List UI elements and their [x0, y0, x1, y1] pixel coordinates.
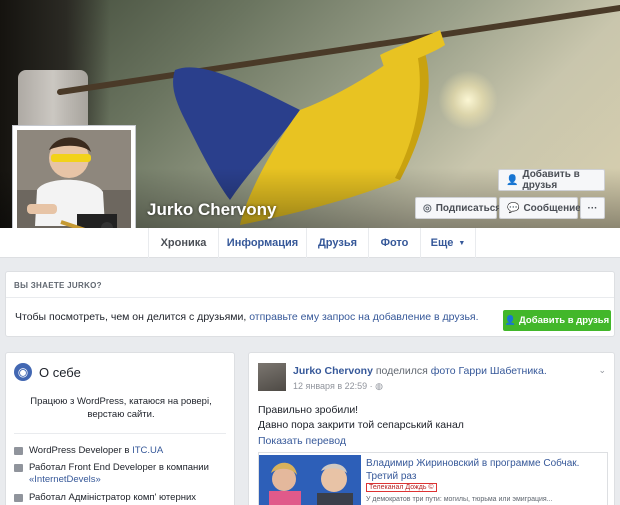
- more-actions-label: ···: [587, 202, 598, 214]
- follow-label: Подписаться: [435, 202, 502, 214]
- tab-timeline-label: Хроника: [160, 237, 207, 249]
- work-item-text: WordPress Developer в: [29, 445, 130, 456]
- know-box-text-plain: Чтобы посмотреть, чем он делится с друзь…: [15, 311, 247, 323]
- tab-friends-label: Друзья: [317, 237, 358, 249]
- tab-about[interactable]: Информация: [218, 228, 306, 258]
- add-person-icon: 👤: [506, 174, 519, 186]
- post-link-preview[interactable]: Владимир Жириновский в программе Собчак.…: [258, 452, 608, 505]
- post-text-line: Правильно зробили!: [258, 404, 359, 416]
- tab-photos-label: Фото: [380, 237, 409, 249]
- caret-down-icon: ▼: [458, 239, 466, 247]
- tab-timeline[interactable]: Хроника: [148, 228, 218, 258]
- add-friend-label: Добавить в друзья: [522, 169, 580, 191]
- post-options-chevron-icon[interactable]: ⌄: [598, 365, 606, 376]
- post-author-name[interactable]: Jurko Chervony: [293, 365, 373, 377]
- link-title[interactable]: Владимир Жириновский в программе Собчак.…: [366, 457, 586, 483]
- post-meta: 12 января в 22:59 · ◍: [293, 381, 383, 392]
- briefcase-icon: [14, 494, 23, 502]
- message-button[interactable]: 💬 Сообщение: [499, 197, 581, 219]
- avatar-photo: [17, 130, 131, 244]
- about-bio: Працюю з WordPress, катаюся на ровері, в…: [30, 396, 212, 420]
- post-shared-link[interactable]: фото Гарри Шабетника.: [431, 365, 547, 377]
- know-box-add-friend-label: Добавить в друзья: [519, 315, 610, 326]
- post-header: Jurko Chervony поделился фото Гарри Шабе…: [293, 365, 547, 377]
- send-friend-request-link[interactable]: отправьте ему запрос на добавление в дру…: [249, 311, 478, 323]
- show-translation-link[interactable]: Показать перевод: [258, 435, 346, 447]
- profile-tab-bar: Хроника Информация Друзья Фото Еще ▼: [0, 228, 620, 258]
- about-title-text: О себе: [39, 364, 81, 380]
- work-item: Работал Front End Developer в компании «I…: [14, 462, 229, 486]
- messenger-icon: 💬: [507, 202, 520, 214]
- tab-about-label: Информация: [226, 237, 299, 249]
- profile-name[interactable]: Jurko Chervony: [147, 200, 276, 220]
- avatar-illustration: [17, 130, 131, 244]
- thumbnail-illustration: [259, 455, 361, 505]
- more-actions-button[interactable]: ···: [580, 197, 605, 219]
- briefcase-icon: [14, 464, 23, 472]
- work-item-link[interactable]: «InternetDevels»: [29, 474, 101, 485]
- know-person-box: ВЫ ЗНАЕТЕ JURKO? Чтобы посмотреть, чем о…: [5, 271, 615, 337]
- globe-icon: ◉: [14, 363, 32, 381]
- tab-more-label: Еще: [430, 237, 454, 249]
- work-item-text: Работал Front End Developer в компании: [29, 462, 209, 473]
- work-item: Работал Адміністратор комп' ютерних: [14, 492, 229, 504]
- about-card-title: ◉ О себе: [14, 363, 81, 381]
- know-box-add-friend-button[interactable]: 👤 Добавить в друзья: [503, 310, 611, 331]
- post-text-line: Давно пора закрити той сепарський канал: [258, 419, 464, 431]
- link-description: У демократов три пути: могилы, тюрьма ил…: [366, 496, 553, 503]
- work-item-text: Работал Адміністратор комп' ютерних: [29, 492, 197, 503]
- tab-friends[interactable]: Друзья: [306, 228, 368, 258]
- add-friend-button[interactable]: 👤 Добавить в друзья: [498, 169, 605, 191]
- about-card: ◉ О себе Працюю з WordPress, катаюся на …: [5, 352, 235, 505]
- message-label: Сообщение: [523, 202, 581, 214]
- link-thumbnail: [259, 455, 361, 505]
- briefcase-icon: [14, 447, 23, 455]
- timeline-post: Jurko Chervony поделился фото Гарри Шабе…: [248, 352, 615, 505]
- add-person-icon: 👤: [504, 315, 517, 325]
- know-box-header: ВЫ ЗНАЕТЕ JURKO?: [6, 272, 614, 298]
- work-item: WordPress Developer в ITC.UA: [14, 445, 229, 457]
- post-timestamp[interactable]: 12 января в 22:59 ·: [293, 381, 373, 391]
- post-text: Правильно зробили! Давно пора закрити то…: [258, 403, 464, 433]
- rss-icon: ◎: [423, 202, 432, 214]
- post-author-avatar[interactable]: [258, 363, 286, 391]
- tab-photos[interactable]: Фото: [368, 228, 420, 258]
- divider: [14, 433, 226, 434]
- globe-icon: ◍: [375, 381, 383, 391]
- link-source-badge: Телеканал Дождь ©: [366, 483, 437, 492]
- follow-button[interactable]: ◎ Подписаться: [415, 197, 501, 219]
- tab-more[interactable]: Еще ▼: [420, 228, 476, 258]
- post-shared-verb: поделился: [375, 365, 428, 377]
- know-box-text: Чтобы посмотреть, чем он делится с друзь…: [15, 311, 479, 323]
- work-item-link[interactable]: ITC.UA: [132, 445, 163, 456]
